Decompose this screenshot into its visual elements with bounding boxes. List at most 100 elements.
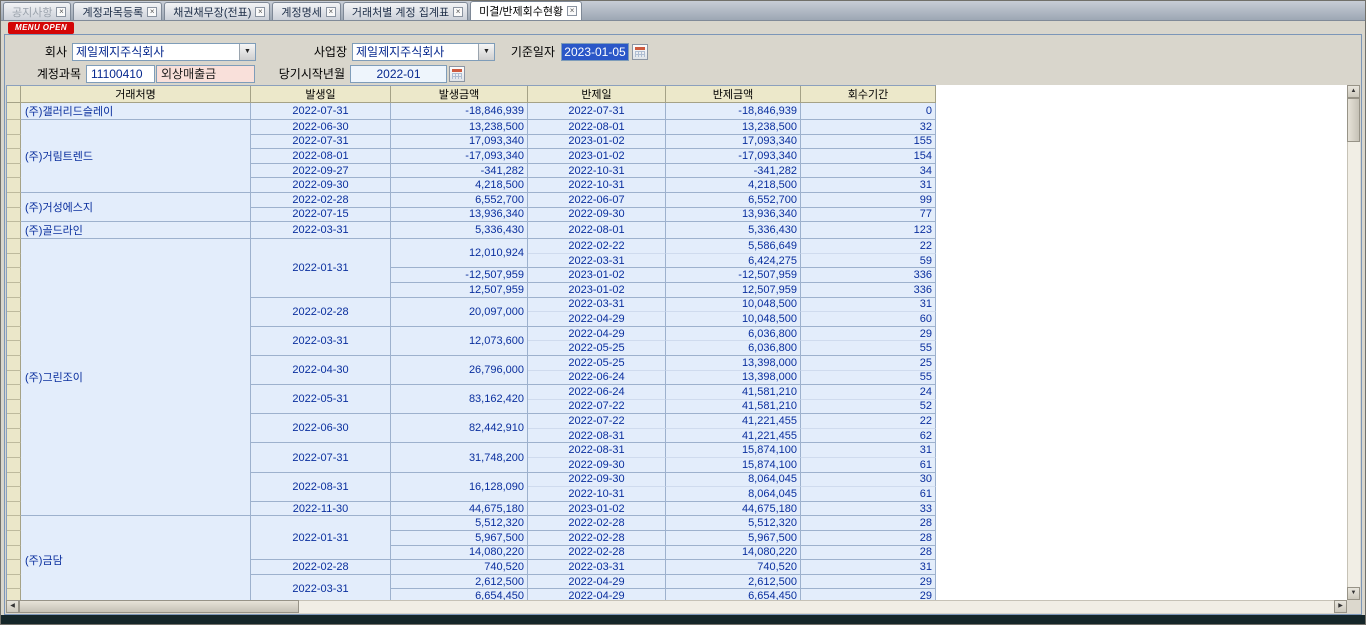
collect-days-cell[interactable]: 0	[801, 103, 936, 120]
collect-days-cell[interactable]: 30	[801, 473, 936, 488]
close-icon[interactable]: ×	[326, 7, 336, 17]
collect-days-cell[interactable]: 28	[801, 546, 936, 561]
settle-date-cell[interactable]: 2022-04-29	[528, 575, 666, 590]
settle-amount-cell[interactable]: 17,093,340	[666, 135, 801, 150]
collect-days-cell[interactable]: 34	[801, 164, 936, 179]
settle-amount-cell[interactable]: 41,581,210	[666, 385, 801, 400]
settle-amount-cell[interactable]: 8,064,045	[666, 473, 801, 488]
occur-date-cell[interactable]: 2022-05-31	[251, 385, 391, 414]
settle-amount-cell[interactable]: 2,612,500	[666, 575, 801, 590]
settle-date-cell[interactable]: 2022-02-28	[528, 531, 666, 546]
occur-amount-cell[interactable]: 12,010,924	[391, 239, 528, 268]
customer-name-cell[interactable]: (주)그린조이	[21, 239, 251, 516]
occur-amount-cell[interactable]: 16,128,090	[391, 473, 528, 502]
occur-amount-cell[interactable]: 2,612,500	[391, 575, 528, 590]
occur-amount-cell[interactable]: 82,442,910	[391, 414, 528, 443]
settle-date-cell[interactable]: 2023-01-02	[528, 283, 666, 298]
row-selector[interactable]	[7, 298, 21, 313]
settle-amount-cell[interactable]: 6,036,800	[666, 327, 801, 342]
occur-date-cell[interactable]: 2022-07-31	[251, 443, 391, 472]
settle-amount-cell[interactable]: 13,238,500	[666, 120, 801, 135]
row-selector[interactable]	[7, 371, 21, 386]
collect-days-cell[interactable]: 24	[801, 385, 936, 400]
vertical-scrollbar[interactable]: ▲ ▼	[1347, 85, 1360, 600]
occur-amount-cell[interactable]: 83,162,420	[391, 385, 528, 414]
base-date-input[interactable]: 2023-01-05	[561, 43, 629, 61]
row-selector[interactable]	[7, 239, 21, 254]
collect-days-cell[interactable]: 28	[801, 531, 936, 546]
row-selector[interactable]	[7, 516, 21, 531]
settle-date-cell[interactable]: 2022-08-01	[528, 120, 666, 135]
occur-amount-cell[interactable]: -341,282	[391, 164, 528, 179]
occur-date-cell[interactable]: 2022-07-31	[251, 103, 391, 120]
settle-amount-cell[interactable]: 41,221,455	[666, 429, 801, 444]
tab-receivable-ledger[interactable]: 채권채무장(전표) ×	[164, 2, 270, 20]
settle-date-cell[interactable]: 2022-09-30	[528, 473, 666, 488]
settle-date-cell[interactable]: 2022-10-31	[528, 164, 666, 179]
grid-header[interactable]: 발생일	[251, 86, 391, 103]
tab-notice[interactable]: 공지사항 ×	[3, 2, 71, 20]
calendar-icon[interactable]	[632, 44, 648, 60]
collect-days-cell[interactable]: 28	[801, 516, 936, 531]
settle-amount-cell[interactable]: 13,936,340	[666, 208, 801, 223]
occur-date-cell[interactable]: 2022-01-31	[251, 516, 391, 560]
row-selector[interactable]	[7, 120, 21, 135]
grid-header[interactable]: 발생금액	[391, 86, 528, 103]
period-start-input[interactable]: 2022-01	[350, 65, 447, 83]
occur-date-cell[interactable]: 2022-06-30	[251, 120, 391, 135]
settle-date-cell[interactable]: 2022-10-31	[528, 178, 666, 193]
settle-date-cell[interactable]: 2022-03-31	[528, 560, 666, 575]
account-code-input[interactable]: 11100410	[86, 65, 155, 83]
occur-amount-cell[interactable]: 31,748,200	[391, 443, 528, 472]
settle-date-cell[interactable]: 2022-03-31	[528, 254, 666, 269]
settle-amount-cell[interactable]: 13,398,000	[666, 371, 801, 386]
scroll-right-icon[interactable]: ▶	[1334, 600, 1347, 613]
settle-date-cell[interactable]: 2022-08-31	[528, 429, 666, 444]
row-selector[interactable]	[7, 502, 21, 517]
close-icon[interactable]: ×	[56, 7, 66, 17]
occur-amount-cell[interactable]: 5,336,430	[391, 222, 528, 239]
occur-date-cell[interactable]: 2022-11-30	[251, 502, 391, 517]
settle-amount-cell[interactable]: 15,874,100	[666, 458, 801, 473]
row-selector[interactable]	[7, 164, 21, 179]
table-row[interactable]: (주)갤러리드슬레이2022-07-31-18,846,9392022-07-3…	[7, 103, 936, 120]
occur-amount-cell[interactable]: 13,936,340	[391, 208, 528, 223]
row-selector[interactable]	[7, 385, 21, 400]
occur-date-cell[interactable]: 2022-08-31	[251, 473, 391, 502]
grid-header[interactable]: 회수기간	[801, 86, 936, 103]
occur-amount-cell[interactable]: 5,967,500	[391, 531, 528, 546]
row-selector[interactable]	[7, 149, 21, 164]
occur-date-cell[interactable]: 2022-02-28	[251, 560, 391, 575]
scroll-down-icon[interactable]: ▼	[1347, 587, 1360, 600]
close-icon[interactable]: ×	[147, 7, 157, 17]
settle-date-cell[interactable]: 2022-07-22	[528, 414, 666, 429]
occur-date-cell[interactable]: 2022-06-30	[251, 414, 391, 443]
occur-amount-cell[interactable]: 20,097,000	[391, 298, 528, 327]
collect-days-cell[interactable]: 99	[801, 193, 936, 208]
settle-amount-cell[interactable]: 740,520	[666, 560, 801, 575]
collect-days-cell[interactable]: 62	[801, 429, 936, 444]
settle-amount-cell[interactable]: 44,675,180	[666, 502, 801, 517]
settle-date-cell[interactable]: 2022-09-30	[528, 458, 666, 473]
settle-amount-cell[interactable]: 41,581,210	[666, 400, 801, 415]
collect-days-cell[interactable]: 32	[801, 120, 936, 135]
row-selector[interactable]	[7, 283, 21, 298]
settle-amount-cell[interactable]: 8,064,045	[666, 487, 801, 502]
row-selector[interactable]	[7, 458, 21, 473]
row-selector[interactable]	[7, 473, 21, 488]
close-icon[interactable]: ×	[567, 6, 577, 16]
row-selector[interactable]	[7, 546, 21, 561]
settle-date-cell[interactable]: 2023-01-02	[528, 502, 666, 517]
occur-date-cell[interactable]: 2022-03-31	[251, 327, 391, 356]
settle-date-cell[interactable]: 2023-01-02	[528, 149, 666, 164]
table-row[interactable]: (주)골드라인2022-03-315,336,4302022-08-015,33…	[7, 222, 936, 239]
settle-amount-cell[interactable]: 14,080,220	[666, 546, 801, 561]
tab-open-settlement-status[interactable]: 미결/반제회수현황 ×	[470, 1, 582, 20]
collect-days-cell[interactable]: 60	[801, 312, 936, 327]
menu-open-badge[interactable]: MENU OPEN	[8, 22, 74, 34]
collect-days-cell[interactable]: 61	[801, 458, 936, 473]
collect-days-cell[interactable]: 55	[801, 341, 936, 356]
account-name-field[interactable]: 외상매출금	[156, 65, 255, 83]
settle-amount-cell[interactable]: 5,336,430	[666, 222, 801, 239]
grid-header[interactable]: 거래처명	[21, 86, 251, 103]
